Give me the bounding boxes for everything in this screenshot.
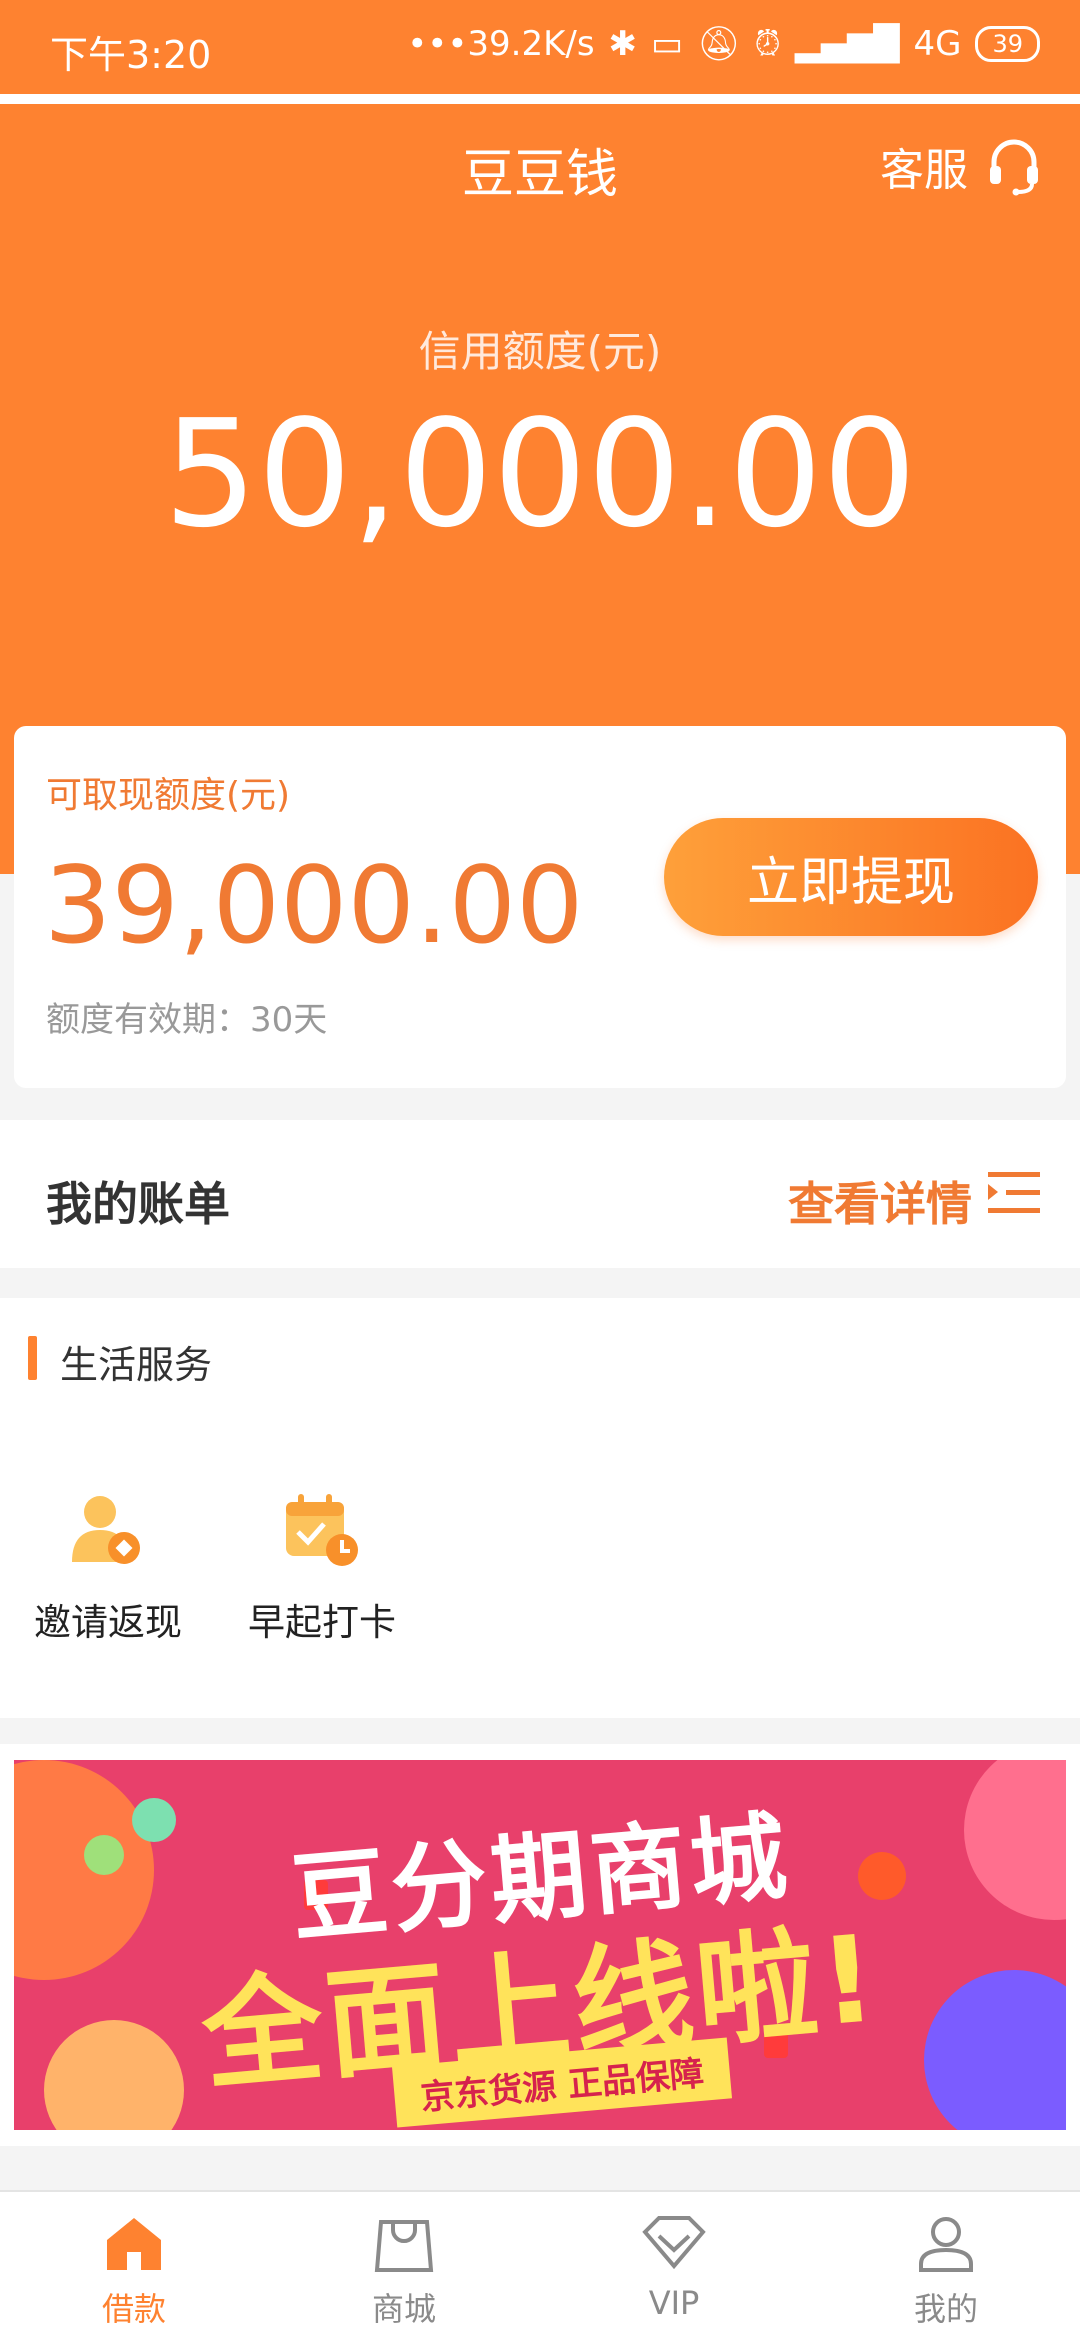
credit-limit-amount: 50,000.00 (163, 388, 917, 560)
nav-item-profile[interactable]: 我的 (846, 2212, 1046, 2330)
my-bills-row[interactable]: 我的账单 查看详情 (0, 1120, 1080, 1268)
bluetooth-icon: ✱ (608, 24, 638, 64)
headset-icon (990, 139, 1038, 196)
validity-period: 额度有效期：30天 (46, 1000, 328, 1040)
nav-label-profile: 我的 (913, 2290, 978, 2328)
divider (0, 94, 1080, 104)
nav-label-loan: 借款 (101, 2290, 166, 2328)
morning-checkin-item[interactable]: 早起打卡 (222, 1488, 422, 1646)
home-icon (107, 2218, 161, 2270)
diamond-icon (642, 2216, 706, 2270)
profile-icon (919, 2217, 973, 2272)
alarm-icon: ⏰︎ (754, 24, 781, 64)
nav-item-mall[interactable]: 商城 (304, 2212, 504, 2330)
nav-label-mall: 商城 (371, 2290, 436, 2328)
promo-banner[interactable]: 豆分期商城 全面上线啦! 京东货源 正品保障 (14, 1760, 1066, 2130)
life-services-title: 生活服务 (60, 1343, 213, 1387)
vibrate-icon: ▭ (651, 24, 684, 64)
bottom-navigation: 借款 商城 VIP 我的 (0, 2190, 1080, 2342)
life-services-section: 生活服务 邀请返现 早起打卡 (0, 1298, 1080, 1718)
status-indicators: •••39.2K/s ✱ ▭ 🔕︎ ⏰︎ ▂▄▆█ 4G 39 (407, 24, 1040, 64)
network-speed: •••39.2K/s (407, 24, 595, 64)
signal-icon: ▂▄▆█ (794, 24, 900, 64)
credit-limit-label: 信用额度(元) (418, 327, 662, 376)
status-bar: 下午3:20 •••39.2K/s ✱ ▭ 🔕︎ ⏰︎ ▂▄▆█ 4G 39 (0, 0, 1080, 94)
shopping-bag-icon (374, 2220, 434, 2272)
invite-cashback-item[interactable]: 邀请返现 (8, 1488, 208, 1646)
network-type: 4G (913, 24, 962, 64)
withdraw-now-button[interactable]: 立即提现 (664, 818, 1038, 936)
battery-indicator: 39 (975, 26, 1040, 62)
customer-service-label: 客服 (880, 145, 968, 196)
section-accent-bar (28, 1336, 37, 1380)
customer-service-button[interactable]: 客服 (880, 134, 1042, 198)
invite-cashback-label: 邀请返现 (34, 1601, 182, 1644)
nav-label-vip: VIP (648, 2284, 700, 2322)
nav-item-loan[interactable]: 借款 (34, 2212, 234, 2330)
withdraw-card: 可取现额度(元) 39,000.00 额度有效期：30天 立即提现 (14, 726, 1066, 1088)
invite-cashback-icon (72, 1496, 140, 1564)
available-cash-label: 可取现额度(元) (46, 775, 291, 816)
calendar-checkin-icon (286, 1494, 358, 1566)
view-details-link[interactable]: 查看详情 (788, 1168, 972, 1234)
mute-icon: 🔕︎ (697, 24, 741, 64)
promo-banner-section: 豆分期商城 全面上线啦! 京东货源 正品保障 (0, 1744, 1080, 2146)
list-icon[interactable] (986, 1168, 1042, 1218)
available-cash-amount: 39,000.00 (44, 844, 584, 967)
my-bills-title: 我的账单 (46, 1177, 230, 1231)
status-time: 下午3:20 (50, 33, 212, 77)
morning-checkin-label: 早起打卡 (248, 1601, 396, 1644)
nav-item-vip[interactable]: VIP (574, 2212, 774, 2322)
